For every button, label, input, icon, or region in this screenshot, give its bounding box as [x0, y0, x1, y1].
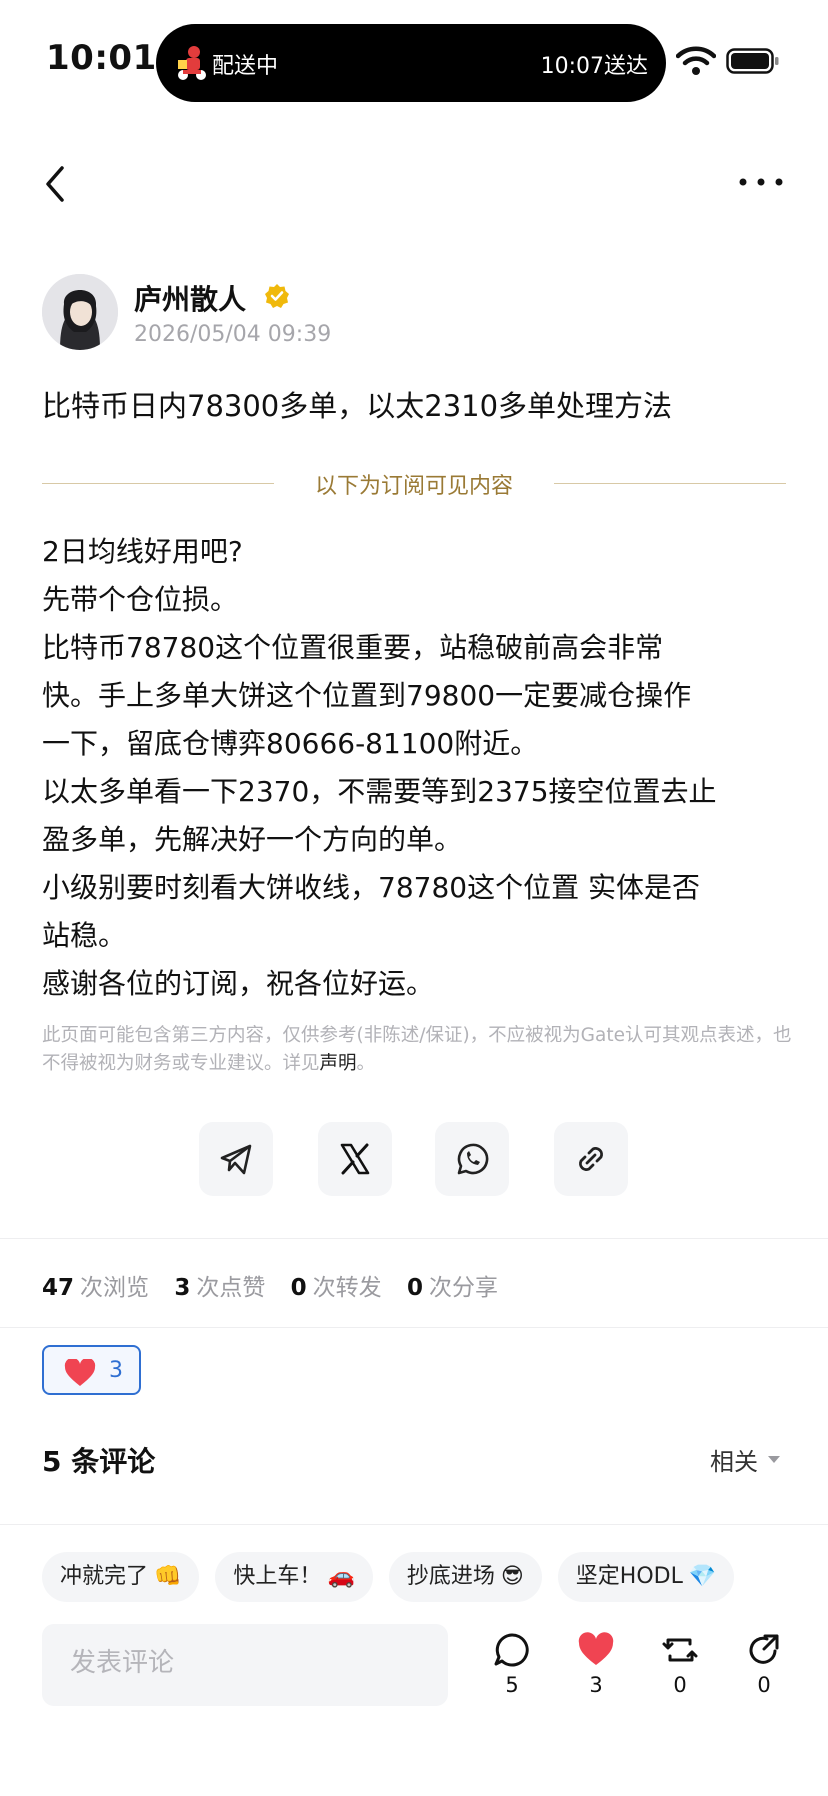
- island-eta: 10:07送达: [540, 54, 648, 79]
- comment-icon: [494, 1633, 529, 1667]
- body-line: 盈多单，先解决好一个方向的单。: [42, 823, 463, 856]
- reposts-label: 次转发: [312, 1275, 382, 1301]
- disclaimer-text: 此页面可能包含第三方内容，仅供参考(非陈述/保证)，不应被视为Gate认可其观点…: [42, 1025, 792, 1074]
- share-x-button[interactable]: [318, 1122, 392, 1196]
- island-status-label: 配送中: [212, 54, 279, 79]
- post-timestamp: 2026/05/04 09:39: [134, 322, 332, 347]
- section-divider: [0, 1238, 828, 1239]
- dynamic-island[interactable]: 配送中 10:07送达: [156, 24, 666, 102]
- chip-label: 抄底进场: [406, 1564, 495, 1589]
- chip-label: 坚定HODL: [575, 1564, 683, 1589]
- disclaimer: 此页面可能包含第三方内容，仅供参考(非陈述/保证)，不应被视为Gate认可其观点…: [42, 1022, 792, 1078]
- reaction-count: 3: [109, 1358, 123, 1383]
- likes-count: 3: [174, 1275, 191, 1301]
- chip-emoji: 👊: [154, 1564, 182, 1589]
- section-divider: [0, 1524, 828, 1525]
- chip-label: 快上车！: [233, 1564, 322, 1589]
- comments-title: 5 条评论: [42, 1445, 156, 1478]
- delivery-rider-icon: [178, 46, 206, 80]
- body-line: 小级别要时刻看大饼收线，78780这个位置 实体是否: [42, 871, 700, 904]
- views-label: 次浏览: [80, 1275, 150, 1301]
- divider-right: [554, 483, 786, 484]
- like-action[interactable]: 3: [568, 1631, 624, 1697]
- section-divider: [0, 1327, 828, 1328]
- share-action[interactable]: 0: [736, 1631, 792, 1697]
- subscriber-divider-label: 以下为订阅可见内容: [314, 474, 513, 499]
- body-line: 2日均线好用吧?: [42, 535, 243, 568]
- post-body: 2日均线好用吧? 先带个仓位损。 比特币78780这个位置很重要，站稳破前高会非…: [42, 528, 792, 1008]
- quick-reply-chip[interactable]: 快上车！ 🚗: [215, 1552, 373, 1602]
- status-time: 10:01: [46, 38, 157, 78]
- caret-down-icon[interactable]: [767, 1455, 781, 1464]
- post-stats: 47 次浏览 3 次点赞 0 次转发 0 次分享: [42, 1268, 516, 1302]
- share-whatsapp-button[interactable]: [435, 1122, 509, 1196]
- body-line: 快。手上多单大饼这个位置到79800一定要减仓操作: [42, 679, 692, 712]
- share-telegram-button[interactable]: [199, 1122, 273, 1196]
- whatsapp-icon: [457, 1143, 489, 1175]
- body-line: 站稳。: [42, 919, 127, 952]
- disclaimer-end: 。: [356, 1053, 376, 1074]
- share-count: 0: [757, 1673, 771, 1697]
- likes-label: 次点赞: [196, 1275, 266, 1301]
- copy-link-button[interactable]: [554, 1122, 628, 1196]
- battery-icon: [726, 48, 779, 74]
- body-line: 比特币78780这个位置很重要，站稳破前高会非常: [42, 631, 664, 664]
- author-name[interactable]: 庐州散人: [134, 278, 246, 318]
- chip-emoji: 😎: [500, 1564, 524, 1589]
- repost-count: 0: [673, 1673, 687, 1697]
- wifi-icon: [676, 46, 716, 75]
- chip-emoji: 💎: [688, 1564, 717, 1589]
- reposts-count: 0: [290, 1275, 307, 1301]
- quick-reply-chips: 冲就完了 👊 快上车！ 🚗 抄底进场 😎 坚定HODL 💎: [42, 1552, 735, 1602]
- more-options-icon[interactable]: [738, 176, 784, 188]
- body-line: 以太多单看一下2370，不需要等到2375接空位置去止: [42, 775, 717, 808]
- back-icon[interactable]: [40, 162, 70, 206]
- disclaimer-link[interactable]: 声明: [320, 1053, 357, 1074]
- views-count: 47: [42, 1275, 75, 1301]
- avatar[interactable]: [42, 274, 118, 350]
- chip-label: 冲就完了: [60, 1564, 149, 1589]
- comment-count: 5: [505, 1673, 519, 1697]
- heart-reaction-button[interactable]: 3: [42, 1345, 141, 1395]
- shares-label: 次分享: [429, 1275, 498, 1301]
- shares-count: 0: [406, 1275, 423, 1301]
- telegram-icon: [220, 1144, 252, 1175]
- repost-action[interactable]: 0: [652, 1631, 708, 1697]
- verified-badge-icon: [265, 284, 289, 308]
- comment-action[interactable]: 5: [484, 1631, 540, 1697]
- post-title: 比特币日内78300多单，以太2310多单处理方法: [42, 389, 673, 423]
- body-line: 先带个仓位损。: [42, 583, 239, 616]
- repost-icon: [662, 1638, 698, 1662]
- heart-icon: [578, 1632, 614, 1665]
- comment-sort-dropdown[interactable]: 相关: [710, 1442, 758, 1477]
- x-icon: [340, 1143, 370, 1175]
- body-line: 感谢各位的订阅，祝各位好运。: [42, 967, 435, 1000]
- like-count: 3: [589, 1673, 603, 1697]
- comment-input[interactable]: 发表评论: [42, 1624, 448, 1706]
- link-icon: [579, 1147, 603, 1171]
- share-icon: [749, 1634, 779, 1664]
- quick-reply-chip[interactable]: 坚定HODL 💎: [557, 1552, 735, 1602]
- body-line: 一下，留底仓博弈80666-81100附近。: [42, 727, 539, 760]
- heart-icon: [64, 1359, 96, 1386]
- quick-reply-chip[interactable]: 冲就完了 👊: [42, 1552, 200, 1602]
- quick-reply-chip[interactable]: 抄底进场 😎: [388, 1552, 542, 1602]
- chip-emoji: 🚗: [327, 1564, 355, 1589]
